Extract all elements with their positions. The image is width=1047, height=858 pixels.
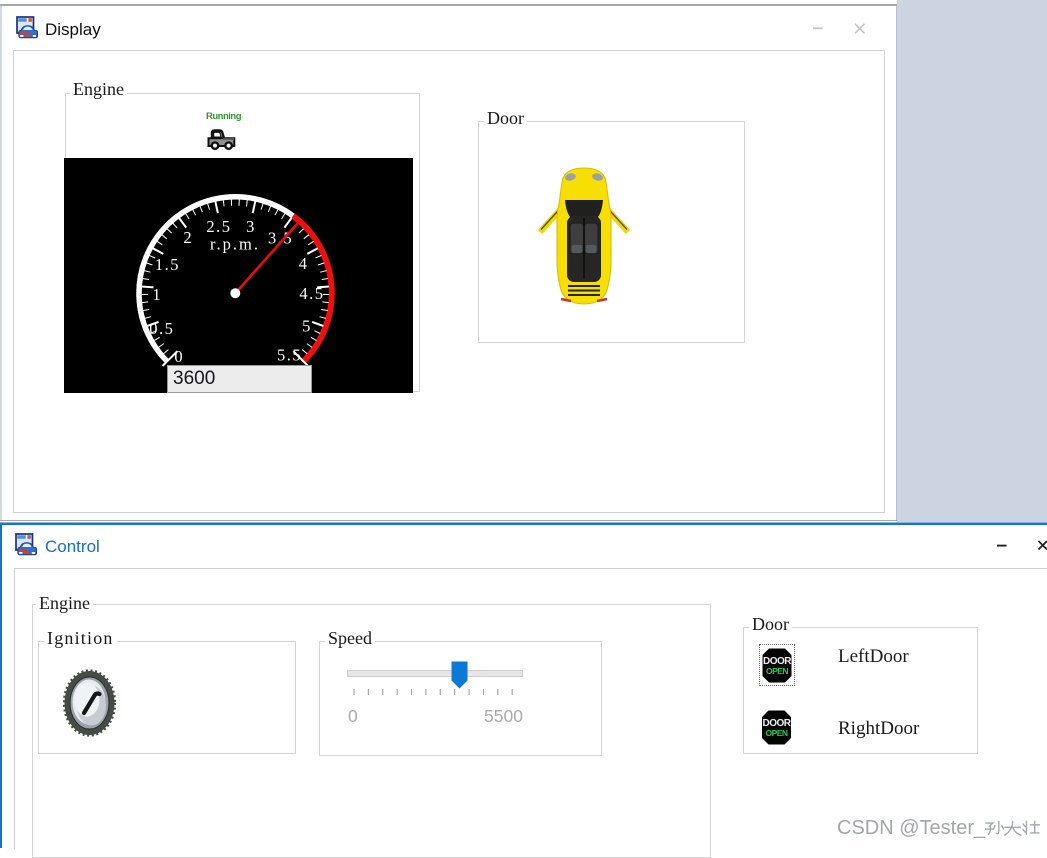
svg-text:OPEN: OPEN	[765, 728, 787, 738]
svg-text:5.5: 5.5	[277, 346, 302, 365]
svg-text:r.p.m.: r.p.m.	[210, 235, 260, 254]
svg-text:2.5: 2.5	[206, 217, 231, 236]
svg-text:0.5: 0.5	[149, 319, 174, 338]
svg-text:OPEN: OPEN	[766, 666, 788, 676]
svg-text:1.5: 1.5	[155, 255, 180, 274]
svg-text:4.5: 4.5	[299, 284, 324, 303]
svg-text:0: 0	[174, 347, 184, 366]
svg-text:2: 2	[183, 228, 193, 247]
svg-text:3: 3	[246, 217, 256, 236]
svg-text:4: 4	[299, 254, 309, 273]
svg-text:1: 1	[152, 285, 162, 304]
svg-text:5: 5	[302, 317, 312, 336]
